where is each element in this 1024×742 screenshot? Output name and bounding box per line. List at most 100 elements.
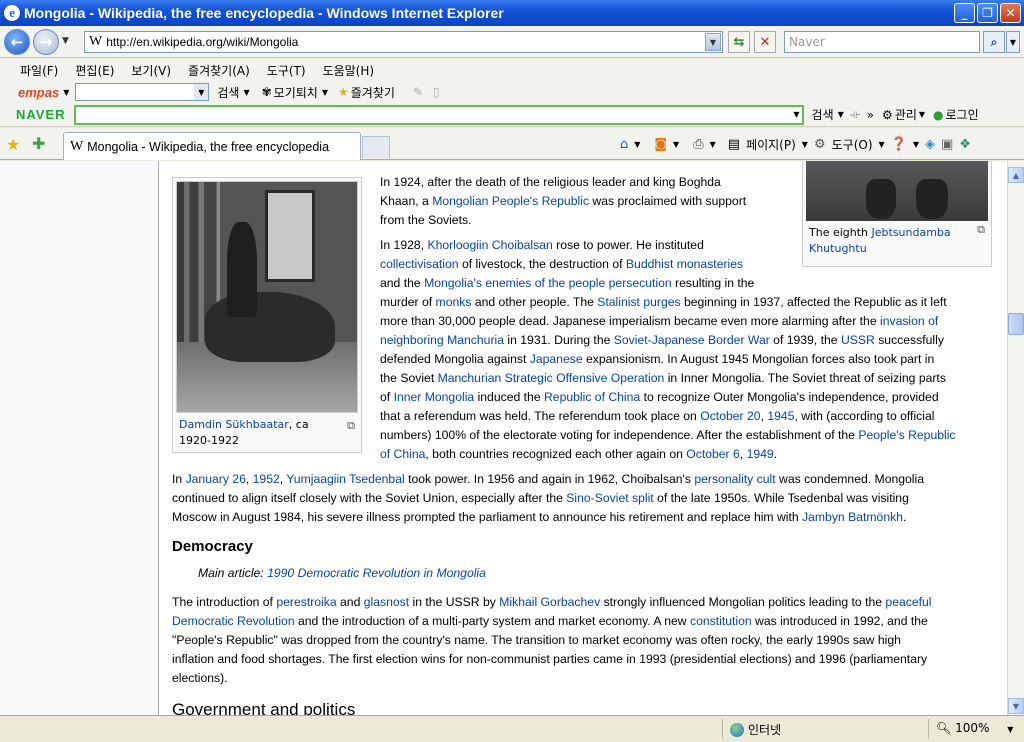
wiki-link[interactable]: invasion of [880, 314, 938, 328]
scroll-down-button[interactable]: ▼ [1008, 698, 1024, 714]
wiki-link[interactable]: constitution [690, 614, 752, 628]
clip-icon[interactable]: ▯ [433, 85, 440, 99]
back-button[interactable]: ← [4, 29, 30, 55]
menu-help[interactable]: 도움말(H) [323, 62, 375, 79]
menu-view[interactable]: 보기(V) [131, 62, 171, 79]
new-tab-button[interactable] [362, 136, 390, 158]
sukhbaatar-photo[interactable] [176, 181, 358, 413]
naver-search-dropdown-icon[interactable]: ▼ [838, 110, 844, 119]
favorites-center-icon[interactable]: ★ [6, 135, 20, 154]
zoom-dropdown-icon[interactable]: ▼ [1007, 725, 1013, 734]
wiki-link[interactable]: Stalinist purges [597, 295, 680, 309]
wiki-link[interactable]: Yumjaagiin Tsedenbal [286, 472, 404, 486]
bluetooth-icon[interactable]: ❖ [959, 137, 971, 152]
wiki-link[interactable]: 1945 [767, 409, 794, 423]
chevron-more-icon[interactable]: » [867, 108, 874, 122]
wiki-link[interactable]: collectivisation [380, 257, 459, 271]
wiki-link[interactable]: Jambyn Batmönkh [802, 510, 903, 524]
zoom-level[interactable]: 🔍︎ 100% ▼ [936, 721, 1013, 735]
messenger-icon[interactable]: ▣ [941, 137, 953, 152]
search-input[interactable]: Naver [784, 31, 980, 53]
wiki-link[interactable]: USSR [841, 333, 875, 347]
empas-input-dropdown-icon[interactable]: ▼ [194, 84, 209, 100]
wiki-link[interactable]: neighboring Manchuria [380, 333, 504, 347]
empas-favorites-button[interactable]: 즐겨찾기 [351, 84, 395, 101]
empas-mogi-button[interactable]: 모기퇴치 [274, 84, 318, 101]
tools-menu-button[interactable]: 도구(O) [832, 136, 873, 153]
vertical-scrollbar[interactable]: ▲ ▼ [1007, 161, 1024, 715]
forward-button[interactable]: → [33, 29, 59, 55]
minimize-button[interactable]: _ [954, 3, 975, 23]
wiki-link[interactable]: peaceful [885, 595, 931, 609]
wiki-link[interactable]: October 20 [700, 409, 760, 423]
help-icon[interactable]: ❓ [891, 137, 907, 152]
wiki-link[interactable]: Manchurian Strategic Offensive Operation [438, 371, 665, 385]
naver-search-input[interactable]: ▼ [73, 104, 804, 125]
naver-logo[interactable]: NAVER [16, 107, 66, 122]
feeds-icon[interactable]: ◙ [654, 137, 667, 152]
wiki-link[interactable]: Japanese [530, 352, 583, 366]
tab-mongolia[interactable]: W Mongolia - Wikipedia, the free encyclo… [63, 132, 361, 160]
enlarge-icon[interactable]: ⧉ [347, 418, 355, 434]
wiki-link[interactable]: January 26 [186, 472, 246, 486]
search-icon[interactable]: ⌕ [983, 31, 1005, 53]
recent-pages-dropdown[interactable]: ▼ [62, 36, 69, 46]
page-menu-button[interactable]: 페이지(P) [746, 136, 796, 153]
address-bar[interactable]: W http://en.wikipedia.org/wiki/Mongolia … [84, 31, 723, 53]
wiki-link[interactable]: monks [436, 295, 472, 309]
naver-search-button[interactable]: 검색 [812, 106, 834, 123]
wiki-link[interactable]: People's Republic [858, 428, 955, 442]
refresh-button[interactable]: ⇆ [728, 31, 750, 53]
naver-input-dropdown-icon[interactable]: ▼ [793, 110, 799, 119]
wiki-link[interactable]: personality cult [694, 472, 775, 486]
restore-button[interactable]: ❐ [977, 3, 998, 23]
naver-login-button[interactable]: 로그인 [946, 106, 979, 123]
wiki-link[interactable]: 1949 [747, 447, 774, 461]
wiki-link[interactable]: Soviet-Japanese Border War [614, 333, 770, 347]
wiki-link[interactable]: Mongolian People's Republic [432, 194, 589, 208]
search-provider-dropdown[interactable]: ▼ [1006, 31, 1020, 53]
wiki-link[interactable]: 1952 [253, 472, 280, 486]
close-button[interactable]: ✕ [1000, 3, 1021, 23]
scroll-up-button[interactable]: ▲ [1008, 167, 1024, 183]
jebtsundamba-photo[interactable] [806, 161, 988, 221]
home-dropdown-icon[interactable]: ▼ [634, 140, 640, 149]
scroll-thumb[interactable] [1008, 313, 1024, 335]
main-article-link[interactable]: 1990 Democratic Revolution in Mongolia [267, 566, 486, 580]
empas-search-dropdown-icon[interactable]: ▼ [243, 88, 249, 97]
empas-search-input[interactable]: ▼ [75, 83, 210, 101]
print-icon[interactable]: ⎙ [693, 137, 703, 152]
home-icon[interactable]: ⌂ [620, 137, 628, 152]
empas-dropdown-icon[interactable]: ▼ [63, 88, 69, 97]
empas-logo[interactable]: empas [18, 85, 59, 100]
address-url[interactable]: http://en.wikipedia.org/wiki/Mongolia [106, 35, 298, 49]
wiki-link[interactable]: perestroika [276, 595, 336, 609]
caption-link-sukhbaatar[interactable]: Damdin Sükhbaatar [179, 418, 289, 431]
wiki-link[interactable]: Inner Mongolia [394, 390, 475, 404]
tools-dropdown-icon[interactable]: ▼ [879, 140, 885, 149]
wiki-link[interactable]: Sino-Soviet split [566, 491, 653, 505]
wiki-link[interactable]: Khorloogiin Choibalsan [427, 238, 552, 252]
wiki-link[interactable]: Democratic Revolution [172, 614, 295, 628]
wiki-link[interactable]: Buddhist monasteries [626, 257, 743, 271]
address-dropdown-icon[interactable]: ▼ [705, 33, 721, 51]
wiki-link[interactable]: of China [380, 447, 425, 461]
naver-manage-button[interactable]: 관리 [895, 106, 917, 123]
wiki-link[interactable]: October 6 [686, 447, 740, 461]
empas-mogi-dropdown-icon[interactable]: ▼ [322, 88, 328, 97]
wiki-link[interactable]: Republic of China [544, 390, 640, 404]
naver-manage-dropdown-icon[interactable]: ▼ [919, 110, 925, 119]
menu-tools[interactable]: 도구(T) [267, 62, 306, 79]
wiki-link[interactable]: Mongolia's enemies of the people persecu… [424, 276, 672, 290]
wiki-link[interactable]: Mikhail Gorbachev [499, 595, 600, 609]
wiki-link[interactable]: glasnost [364, 595, 409, 609]
pen-icon[interactable]: ✎ [413, 85, 423, 99]
help-dropdown-icon[interactable]: ▼ [913, 140, 919, 149]
empas-search-button[interactable]: 검색 [217, 84, 239, 101]
print-dropdown-icon[interactable]: ▼ [710, 140, 716, 149]
menu-favorites[interactable]: 즐겨찾기(A) [188, 62, 250, 79]
menu-edit[interactable]: 편집(E) [75, 62, 114, 79]
enlarge-icon-2[interactable]: ⧉ [977, 222, 985, 238]
feeds-dropdown-icon[interactable]: ▼ [673, 140, 679, 149]
add-favorites-icon[interactable]: ✚ [32, 134, 45, 153]
